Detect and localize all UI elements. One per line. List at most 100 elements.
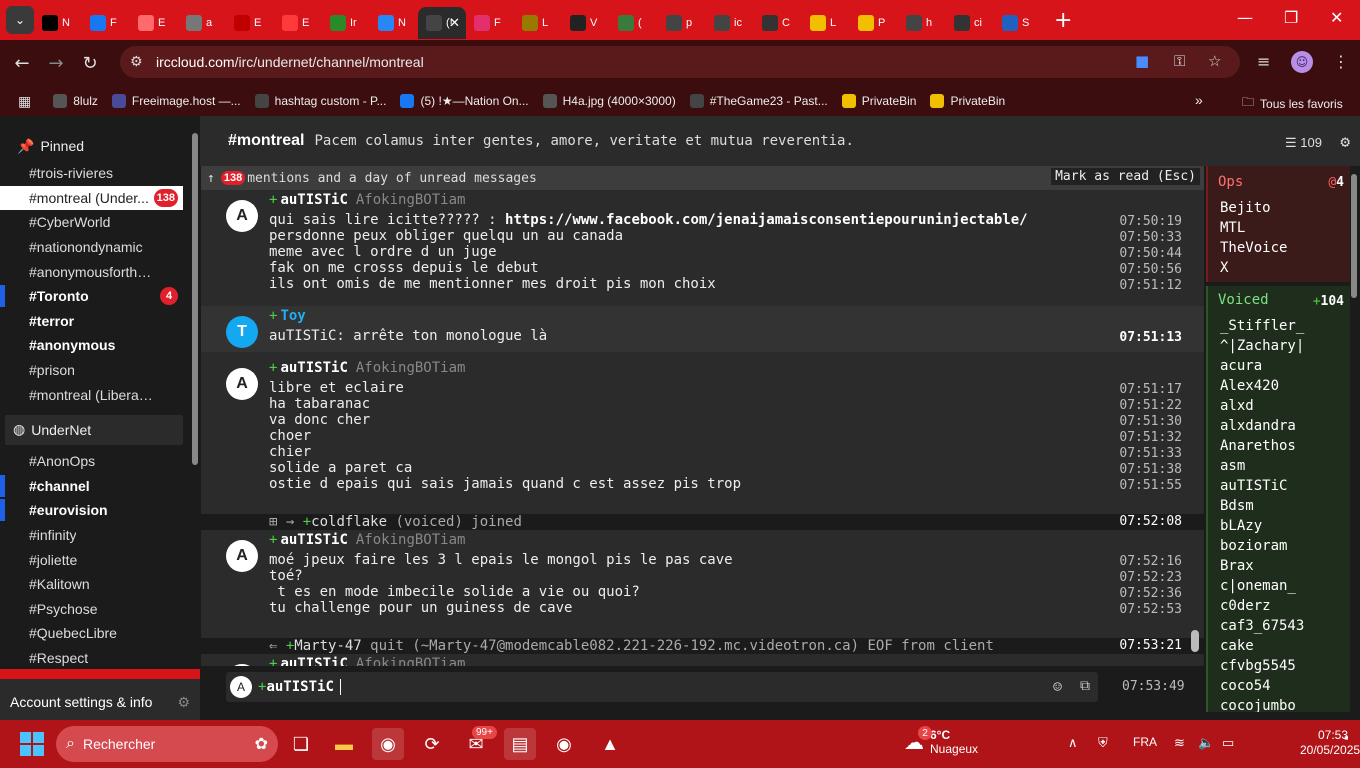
sidebar-scrollbar[interactable]: [192, 133, 198, 465]
browser-tab[interactable]: C: [754, 7, 802, 39]
upload-icon[interactable]: ⧉: [1080, 678, 1090, 694]
member-nick[interactable]: alxdandra: [1220, 416, 1296, 436]
rocket-icon[interactable]: ▲: [594, 728, 626, 760]
member-nick[interactable]: cfvbg5545: [1220, 656, 1296, 676]
member-nick[interactable]: Brax: [1220, 556, 1254, 576]
browser-tab[interactable]: a: [178, 7, 226, 39]
sidebar-channel[interactable]: #prison: [0, 358, 183, 383]
browser-tab[interactable]: p: [658, 7, 706, 39]
member-nick[interactable]: TheVoice: [1220, 238, 1287, 258]
sidebar-channel[interactable]: #anonymous: [0, 333, 183, 358]
sidebar-channel[interactable]: #Toronto 4: [0, 284, 183, 309]
chrome-icon[interactable]: ◉: [372, 728, 404, 760]
member-nick[interactable]: c0derz: [1220, 596, 1271, 616]
sidebar-channel[interactable]: #trois-rivieres: [0, 161, 183, 186]
member-nick[interactable]: MTL: [1220, 218, 1245, 238]
browser-tab[interactable]: V: [562, 7, 610, 39]
member-list-scrollbar[interactable]: [1351, 174, 1357, 298]
member-nick[interactable]: bozioram: [1220, 536, 1287, 556]
sidebar-channel[interactable]: #QuebecLibre: [0, 621, 183, 646]
media-control-icon[interactable]: ≡: [1257, 52, 1270, 71]
avatar[interactable]: A: [226, 200, 258, 232]
bookmark-item[interactable]: #TheGame23 - Past...: [689, 94, 828, 108]
sidebar-channel[interactable]: #terror: [0, 309, 183, 334]
member-nick[interactable]: X: [1220, 258, 1228, 278]
member-nick[interactable]: cake: [1220, 636, 1254, 656]
avatar[interactable]: A: [226, 540, 258, 572]
avatar[interactable]: A: [226, 368, 258, 400]
back-button[interactable]: ←: [10, 53, 34, 74]
browser-tab[interactable]: (! ✕: [418, 7, 466, 39]
browser-menu-icon[interactable]: ⋮: [1333, 52, 1349, 71]
tab-search-button[interactable]: ⌄: [6, 6, 34, 34]
unread-banner[interactable]: ↑ 138 mentions and a day of unread messa…: [201, 166, 1204, 190]
browser-tab[interactable]: ci: [946, 7, 994, 39]
browser-tab[interactable]: L: [802, 7, 850, 39]
member-nick[interactable]: coco54: [1220, 676, 1271, 696]
member-nick[interactable]: Anarethos: [1220, 436, 1296, 456]
weather-widget[interactable]: ☁ 6°C Nuageux: [904, 728, 978, 756]
maximize-button[interactable]: ❐: [1284, 8, 1298, 27]
message-author[interactable]: + auTISTiC AfokingBOTiam: [269, 532, 465, 548]
sync-icon[interactable]: ⟳: [416, 728, 448, 760]
member-nick[interactable]: _Stiffler_: [1220, 316, 1304, 336]
volume-icon[interactable]: 🔈: [1198, 735, 1214, 751]
sidebar-channel[interactable]: #eurovision: [0, 498, 183, 523]
message-author[interactable]: + auTISTiC AfokingBOTiam: [269, 360, 465, 376]
sidebar-channel[interactable]: #nationondynamic: [0, 235, 183, 260]
member-nick[interactable]: caf3_67543: [1220, 616, 1304, 636]
address-bar[interactable]: ⚙ irccloud.com/irc/undernet/channel/mont…: [120, 46, 1240, 78]
member-nick[interactable]: acura: [1220, 356, 1262, 376]
browser-tab[interactable]: S: [994, 7, 1042, 39]
sidebar-channel[interactable]: #montreal (Under... 138: [0, 185, 183, 211]
bookmark-item[interactable]: PrivateBin: [930, 94, 1005, 108]
browser-tab[interactable]: N: [370, 7, 418, 39]
browser-tab[interactable]: F: [466, 7, 514, 39]
pinned-group-header[interactable]: 📌 Pinned: [5, 131, 183, 161]
member-nick[interactable]: Bejito: [1220, 198, 1271, 218]
new-tab-button[interactable]: +: [1054, 8, 1072, 33]
forward-button[interactable]: →: [44, 53, 68, 74]
message-input[interactable]: [339, 679, 990, 695]
browser-tab[interactable]: (: [610, 7, 658, 39]
bookmark-item[interactable]: H4a.jpg (4000×3000): [542, 94, 676, 108]
close-window-button[interactable]: ✕: [1330, 8, 1343, 27]
bookmark-star-icon[interactable]: ☆: [1208, 52, 1221, 70]
message-author[interactable]: + auTISTiC AfokingBOTiam: [269, 192, 465, 208]
apps-grid-icon[interactable]: ▦: [18, 93, 31, 110]
browser-tab[interactable]: E: [274, 7, 322, 39]
browser-tab[interactable]: ic: [706, 7, 754, 39]
bookmark-item[interactable]: Freeimage.host —...: [111, 94, 241, 108]
emoji-icon[interactable]: ☺: [1053, 678, 1062, 696]
account-settings-button[interactable]: Account settings & info ⚙: [0, 679, 200, 725]
start-button[interactable]: [20, 732, 44, 756]
sidebar-channel[interactable]: #Respect: [0, 646, 183, 671]
browser-tab[interactable]: E: [226, 7, 274, 39]
chevron-up-icon[interactable]: ∧: [1068, 735, 1078, 751]
channel-settings-icon[interactable]: ⚙: [1340, 132, 1350, 151]
message-author[interactable]: + Toy: [269, 308, 306, 324]
member-nick[interactable]: ^|Zachary|: [1220, 336, 1304, 356]
avatar[interactable]: A: [226, 664, 258, 666]
browser-tab[interactable]: N: [34, 7, 82, 39]
notification-icon[interactable]: ▪: [1344, 730, 1349, 745]
profile-avatar[interactable]: ☺: [1291, 51, 1313, 73]
member-nick[interactable]: cocojumbo: [1220, 696, 1296, 712]
member-nick[interactable]: alxd: [1220, 396, 1254, 416]
close-tab-icon[interactable]: ✕: [449, 16, 460, 31]
all-bookmarks-button[interactable]: 🗀 Tous les favoris: [1242, 93, 1343, 114]
member-nick[interactable]: auTISTiC: [1220, 476, 1287, 496]
clock[interactable]: 07:53 20/05/2025: [1300, 728, 1360, 758]
message-link[interactable]: https://www.facebook.com/jenaijamaiscons…: [505, 212, 1028, 228]
event-nick[interactable]: coldflake: [311, 514, 387, 530]
member-nick[interactable]: bLAzy: [1220, 516, 1262, 536]
url-text[interactable]: irccloud.com/irc/undernet/channel/montre…: [156, 54, 424, 70]
avatar[interactable]: T: [226, 316, 258, 348]
sidebar-channel[interactable]: #channel: [0, 474, 183, 499]
browser-tab[interactable]: Ir: [322, 7, 370, 39]
battery-icon[interactable]: ▭: [1222, 735, 1234, 751]
sidebar-channel[interactable]: #anonymousforthev...: [0, 259, 183, 284]
sidebar-channel[interactable]: #Kalitown: [0, 572, 183, 597]
minimize-button[interactable]: —: [1237, 8, 1253, 27]
sidebar-channel[interactable]: #infinity: [0, 523, 183, 548]
